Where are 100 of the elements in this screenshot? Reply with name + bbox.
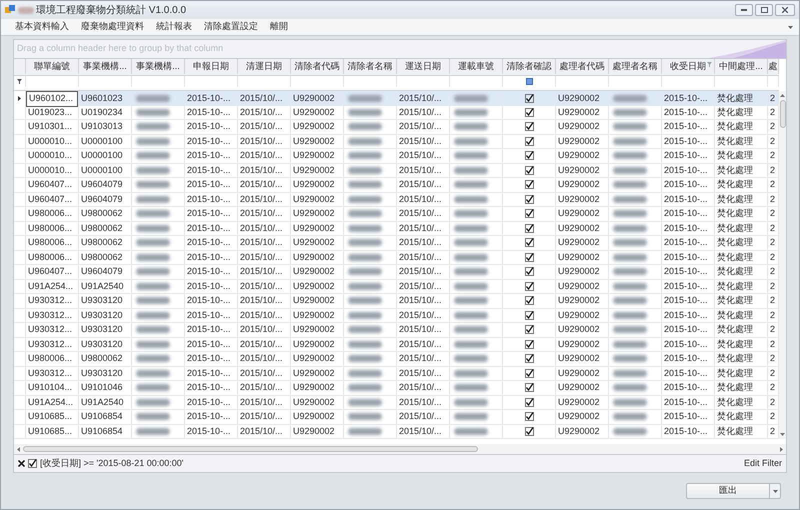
table-cell-text: 焚化處理 bbox=[716, 207, 754, 220]
table-row[interactable]: U910685... U9106854 2015-10-... 2015/10/... U9290002 2015/10/... U9290002 2015-10-... 焚化處理 2 bbox=[14, 424, 779, 439]
column-header[interactable]: 清除者代碼 bbox=[291, 59, 344, 74]
menu-item[interactable]: 基本資料輸入 bbox=[15, 20, 69, 34]
table-cell-text: U0000100 bbox=[80, 134, 124, 148]
column-header[interactable]: 清除者名稱 bbox=[344, 59, 397, 74]
table-cell-text: 2015/10/... bbox=[398, 222, 443, 234]
column-header[interactable]: 處理者名稱 bbox=[609, 59, 662, 74]
table-row[interactable]: U910685... U9106854 2015-10-... 2015/10/... U9290002 2015/10/... U9290002 2015-10-... 焚化處理 2 bbox=[14, 410, 779, 424]
column-header[interactable]: 處理者代碼 bbox=[556, 59, 609, 74]
table-cell-text: 2015/10/... bbox=[398, 236, 443, 249]
table-cell-text: U9290002 bbox=[557, 424, 601, 438]
table-cell-text: 焚化處理 bbox=[716, 396, 754, 408]
table-row[interactable]: U980006... U9800062 2015-10-... 2015/10/... U9290002 2015/10/... U9290002 2015-10-... 焚化處理 2 bbox=[14, 352, 779, 366]
blurred-text bbox=[348, 239, 382, 246]
table-cell-text: 2015/10/... bbox=[398, 178, 443, 191]
menu-item[interactable]: 離開 bbox=[270, 20, 288, 34]
maximize-button[interactable] bbox=[755, 4, 773, 16]
table-cell-text: U9601023 bbox=[80, 92, 124, 105]
column-header[interactable]: 申報日期 bbox=[185, 59, 238, 74]
scrollbar-thumb[interactable] bbox=[780, 100, 786, 128]
column-header[interactable]: 運載車號 bbox=[450, 59, 503, 74]
scroll-down-icon[interactable] bbox=[780, 433, 785, 436]
table-cell-text: 2015/10/... bbox=[239, 250, 284, 264]
horizontal-scrollbar[interactable] bbox=[14, 444, 786, 454]
table-row[interactable]: U980006... U9800062 2015-10-... 2015/10/... U9290002 2015/10/... U9290002 2015-10-... 焚化處理 2 bbox=[14, 207, 779, 222]
column-header[interactable]: 清除者確認 bbox=[503, 59, 556, 74]
edit-filter-link[interactable]: Edit Filter bbox=[744, 456, 782, 470]
scroll-up-icon[interactable] bbox=[780, 94, 785, 97]
column-header[interactable]: 事業機構... bbox=[79, 59, 132, 74]
table-row[interactable]: U930312... U9303120 2015-10-... 2015/10/... U9290002 2015/10/... U9290002 2015-10-... 焚化處理 2 bbox=[14, 338, 779, 352]
table-cell-text: 2015/10/... bbox=[239, 396, 284, 408]
column-header[interactable]: 清運日期 bbox=[238, 59, 291, 74]
table-cell-text: 2015/10/... bbox=[239, 178, 284, 191]
table-row[interactable]: U930312... U9303120 2015-10-... 2015/10/... U9290002 2015/10/... U9290002 2015-10-... 焚化處理 2 bbox=[14, 323, 779, 338]
table-row[interactable]: U91A254... U91A2540 2015-10-... 2015/10/... U9290002 2015/10/... U9290002 2015-10-... 焚化處理 2 bbox=[14, 396, 779, 410]
scroll-left-icon[interactable] bbox=[17, 446, 20, 452]
vertical-scrollbar[interactable] bbox=[779, 91, 786, 439]
column-header[interactable]: 運送日期 bbox=[397, 59, 450, 74]
table-cell-text: 2015-10-... bbox=[186, 149, 232, 162]
table-row[interactable]: U000010... U0000100 2015-10-... 2015/10/... U9290002 2015/10/... U9290002 2015-10-... 焚化處理 2 bbox=[14, 149, 779, 164]
table-cell-text: U9290002 bbox=[292, 192, 336, 206]
table-row[interactable]: U930312... U9303120 2015-10-... 2015/10/... U9290002 2015/10/... U9290002 2015-10-... 焚化處理 2 bbox=[14, 308, 779, 323]
table-row[interactable]: U930312... U9303120 2015-10-... 2015/10/... U9290002 2015/10/... U9290002 2015-10-... 焚化處理 2 bbox=[14, 294, 779, 308]
table-cell-text: 2015-10-... bbox=[663, 106, 709, 118]
table-row[interactable]: U980006... U9800062 2015-10-... 2015/10/... U9290002 2015/10/... U9290002 2015-10-... 焚化處理 2 bbox=[14, 236, 779, 250]
table-cell-text: U9290002 bbox=[557, 294, 601, 307]
table-row[interactable]: U910301... U9103013 2015-10-... 2015/10/... U9290002 2015/10/... U9290002 2015-10-... 焚化處理 2 bbox=[14, 120, 779, 134]
table-cell-text: U000010... bbox=[27, 149, 74, 162]
table-row[interactable]: U960407... U9604079 2015-10-... 2015/10/... U9290002 2015/10/... U9290002 2015-10-... 焚化處理 2 bbox=[14, 265, 779, 280]
menu-item[interactable]: 廢棄物處理資料 bbox=[81, 20, 144, 34]
menu-item[interactable]: 清除處置設定 bbox=[204, 20, 258, 34]
table-cell-text: 2015-10-... bbox=[663, 323, 709, 336]
table-cell-text: 2015-10-... bbox=[186, 222, 232, 234]
column-header[interactable]: 事業機構... bbox=[132, 59, 185, 74]
blurred-text bbox=[348, 210, 382, 218]
table-cell-text: 焚化處理 bbox=[716, 164, 754, 176]
table-cell-text: U9800062 bbox=[80, 236, 124, 249]
table-row[interactable]: U019023... U0190234 2015-10-... 2015/10/... U9290002 2015/10/... U9290002 2015-10-... 焚化處理 2 bbox=[14, 106, 779, 120]
table-row[interactable]: U960407... U9604079 2015-10-... 2015/10/... U9290002 2015/10/... U9290002 2015-10-... 焚化處理 2 bbox=[14, 192, 779, 207]
table-row[interactable]: U91A254... U91A2540 2015-10-... 2015/10/... U9290002 2015/10/... U9290002 2015-10-... 焚化處理 2 bbox=[14, 280, 779, 294]
table-cell-text: U9290002 bbox=[557, 265, 601, 278]
window-title: 環境工程廢棄物分類統計 V1.0.0.0 bbox=[36, 4, 186, 18]
table-row[interactable]: U960102... U9601023 2015-10-... 2015/10/... U9290002 2015/10/... U9290002 2015-10-... 焚化處理 2 bbox=[14, 91, 779, 106]
close-button[interactable] bbox=[775, 4, 795, 16]
table-row[interactable]: U980006... U9800062 2015-10-... 2015/10/... U9290002 2015/10/... U9290002 2015-10-... 焚化處理 2 bbox=[14, 222, 779, 236]
scrollbar-thumb[interactable] bbox=[23, 446, 478, 452]
column-header[interactable]: 聯單編號 bbox=[26, 59, 79, 74]
table-cell-text: U9290002 bbox=[557, 134, 601, 148]
table-row[interactable]: U960407... U9604079 2015-10-... 2015/10/... U9290002 2015/10/... U9290002 2015-10-... 焚化處理 2 bbox=[14, 178, 779, 192]
column-header[interactable]: 收受日期 bbox=[662, 59, 715, 74]
scroll-right-icon[interactable] bbox=[780, 446, 783, 452]
table-cell-text: U9290002 bbox=[557, 280, 601, 292]
blurred-text bbox=[348, 95, 382, 102]
dropdown-icon[interactable] bbox=[788, 26, 793, 28]
table-row[interactable]: U910104... U9101046 2015-10-... 2015/10/... U9290002 2015/10/... U9290002 2015-10-... 焚化處理 2 bbox=[14, 381, 779, 396]
blurred-text bbox=[136, 340, 170, 348]
table-cell-text: 2015/10/... bbox=[398, 120, 443, 133]
menu-item[interactable]: 統計報表 bbox=[156, 20, 192, 34]
export-button[interactable]: 匯出 bbox=[686, 483, 770, 499]
column-header[interactable]: 中間處理... bbox=[715, 59, 768, 74]
export-dropdown-button[interactable] bbox=[770, 483, 781, 499]
filter-checkbox[interactable] bbox=[526, 78, 532, 85]
table-row[interactable]: U000010... U0000100 2015-10-... 2015/10/... U9290002 2015/10/... U9290002 2015-10-... 焚化處理 2 bbox=[14, 134, 779, 149]
blurred-text bbox=[454, 108, 488, 116]
table-cell-text: 2015/10/... bbox=[239, 338, 284, 350]
column-header[interactable]: 處 bbox=[768, 59, 779, 74]
table-cell-text: 2015-10-... bbox=[663, 280, 709, 292]
table-cell-text: 2015-10-... bbox=[663, 149, 709, 162]
table-row[interactable]: U000010... U0000100 2015-10-... 2015/10/... U9290002 2015/10/... U9290002 2015-10-... 焚化處理 2 bbox=[14, 164, 779, 178]
table-row[interactable]: U980006... U9800062 2015-10-... 2015/10/... U9290002 2015/10/... U9290002 2015-10-... 焚化處理 2 bbox=[14, 250, 779, 265]
minimize-button[interactable] bbox=[735, 4, 753, 16]
blurred-text bbox=[136, 166, 170, 174]
table-row[interactable]: U930312... U9303120 2015-10-... 2015/10/... U9290002 2015/10/... U9290002 2015-10-... 焚化處理 2 bbox=[14, 366, 779, 381]
table-cell-text: 2 bbox=[769, 366, 776, 380]
table-cell-text: 2015/10/... bbox=[239, 323, 284, 336]
table-cell-text: 2 bbox=[769, 207, 776, 220]
table-cell-text: 2015/10/... bbox=[239, 294, 284, 307]
table-cell-text: 焚化處理 bbox=[716, 323, 754, 336]
table-cell-text: U91A2540 bbox=[80, 280, 125, 292]
